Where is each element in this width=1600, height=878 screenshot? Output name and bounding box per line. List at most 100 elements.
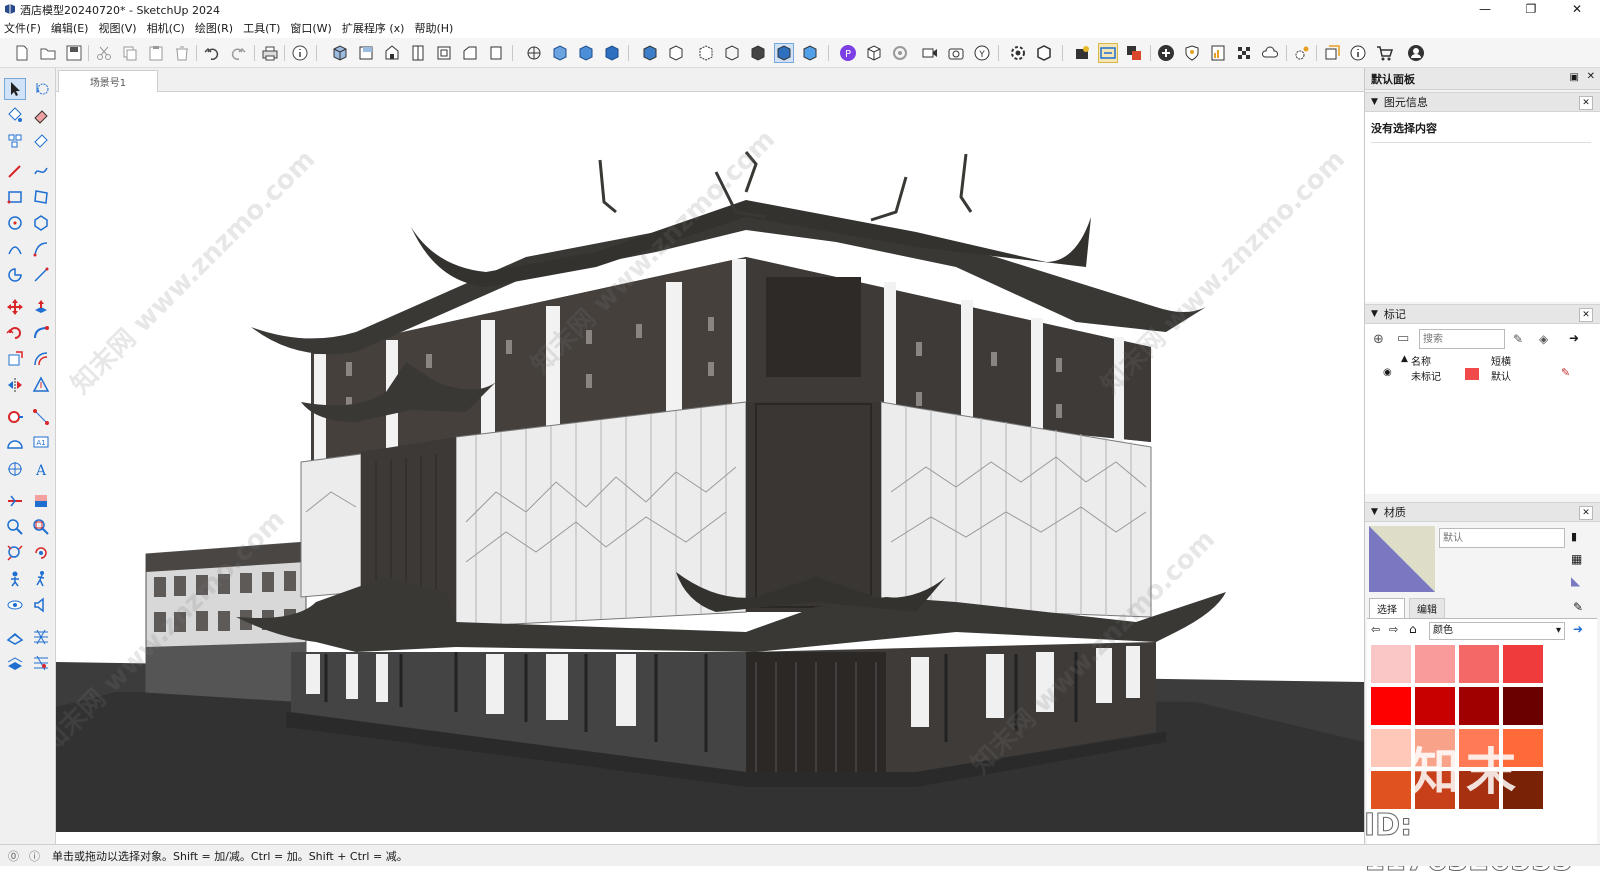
redo-icon[interactable] <box>228 43 248 63</box>
menu-window[interactable]: 窗口(W) <box>290 20 331 36</box>
move-icon[interactable] <box>4 296 26 318</box>
protractor-icon[interactable] <box>4 432 26 454</box>
color-swatch[interactable] <box>1415 645 1455 683</box>
sandbox-scratch-icon[interactable] <box>30 626 52 648</box>
material-preview-swatch[interactable] <box>1369 526 1435 592</box>
arc-icon[interactable] <box>4 238 26 260</box>
entity-info-header[interactable]: ▼ 图元信息 ✕ <box>1365 92 1600 112</box>
credits-info-icon[interactable]: ⓘ <box>29 848 40 864</box>
tag-search-input[interactable] <box>1419 329 1505 349</box>
look-around-icon[interactable] <box>4 594 26 616</box>
front-view-icon[interactable] <box>382 43 402 63</box>
position-camera-person-icon[interactable] <box>4 568 26 590</box>
hidden-line-icon[interactable] <box>576 43 596 63</box>
menu-help[interactable]: 帮助(H) <box>414 20 453 36</box>
menu-file[interactable]: 文件(F) <box>4 20 41 36</box>
tag-details-icon[interactable]: ◈ <box>1539 332 1548 346</box>
close-button[interactable]: ✕ <box>1554 0 1600 18</box>
tags-close-icon[interactable]: ✕ <box>1579 308 1593 322</box>
new-file-icon[interactable] <box>12 43 32 63</box>
rotate-icon[interactable] <box>4 322 26 344</box>
lasso-select-icon[interactable] <box>30 78 52 100</box>
hotel-model-render[interactable] <box>56 92 1364 832</box>
sort-up-icon[interactable]: ▲ <box>1401 354 1408 364</box>
scene-tab-1[interactable]: 场景号1 <box>58 70 158 92</box>
tape-measure-icon[interactable] <box>4 406 26 428</box>
style-shaded-active-icon[interactable] <box>774 43 794 63</box>
color-swatch[interactable] <box>1459 645 1499 683</box>
offset-icon[interactable] <box>30 348 52 370</box>
previous-view-icon[interactable] <box>30 542 52 564</box>
menu-tools[interactable]: 工具(T) <box>243 20 280 36</box>
menu-edit[interactable]: 编辑(E) <box>51 20 89 36</box>
two-point-arc-icon[interactable] <box>30 238 52 260</box>
paste-icon[interactable] <box>146 43 166 63</box>
color-swatch[interactable] <box>1503 645 1543 683</box>
back-view-icon[interactable] <box>434 43 454 63</box>
right-view-icon[interactable] <box>408 43 428 63</box>
sandbox-contour-icon[interactable] <box>4 626 26 648</box>
style-hidden-icon[interactable] <box>748 43 768 63</box>
account-avatar-icon[interactable] <box>1406 43 1426 63</box>
scale-icon[interactable] <box>4 348 26 370</box>
walkthrough-camera-icon[interactable] <box>920 43 940 63</box>
iso-view-icon[interactable] <box>330 43 350 63</box>
orbit-icon[interactable] <box>890 43 910 63</box>
paint-bucket-icon[interactable] <box>4 104 26 126</box>
save-icon[interactable] <box>64 43 84 63</box>
color-swatch[interactable] <box>1371 645 1411 683</box>
tag-tool-pencil-icon[interactable]: ✎ <box>1513 332 1523 346</box>
select-arrow-icon[interactable] <box>4 78 26 100</box>
camera-icon[interactable] <box>946 43 966 63</box>
tray-close-icon[interactable]: ✕ <box>1587 71 1595 82</box>
style-texture-icon[interactable] <box>800 43 820 63</box>
material-collection-select[interactable]: 颜色 ▾ <box>1429 622 1565 640</box>
visibility-eye-icon[interactable]: ◉ <box>1383 367 1392 378</box>
maximize-button[interactable]: ❐ <box>1508 0 1554 18</box>
window-tray-icon[interactable] <box>1322 43 1342 63</box>
warehouse-icon[interactable] <box>1072 43 1092 63</box>
section-plane-icon[interactable] <box>4 490 26 512</box>
delete-icon[interactable] <box>172 43 192 63</box>
pencil-line-icon[interactable] <box>4 160 26 182</box>
default-material-icon[interactable]: ▦ <box>1571 552 1582 566</box>
follow-me-icon[interactable] <box>30 322 52 344</box>
3d-text-icon[interactable]: A <box>30 458 52 480</box>
model-info-icon[interactable] <box>290 43 310 63</box>
section-cut-icon[interactable] <box>30 490 52 512</box>
pie-icon[interactable] <box>4 264 26 286</box>
axes-icon[interactable] <box>4 458 26 480</box>
entity-info-close-icon[interactable]: ✕ <box>1579 96 1593 110</box>
settings-gear-icon[interactable] <box>1008 43 1028 63</box>
three-point-arc-icon[interactable] <box>30 264 52 286</box>
minimize-button[interactable]: — <box>1462 0 1508 18</box>
color-swatch[interactable] <box>1371 729 1411 767</box>
extension-manager-icon[interactable] <box>1098 43 1118 63</box>
eraser-icon[interactable] <box>30 104 52 126</box>
shield-icon[interactable] <box>1182 43 1202 63</box>
tab-material-edit[interactable]: 编辑 <box>1409 598 1445 618</box>
bottom-view-icon[interactable] <box>486 43 506 63</box>
cart-icon[interactable] <box>1374 43 1394 63</box>
style-wire-icon[interactable] <box>722 43 742 63</box>
color-swatch[interactable] <box>1415 687 1455 725</box>
default-swatch-icon[interactable]: ◣ <box>1571 574 1580 588</box>
extension-p-icon[interactable]: P <box>838 43 858 63</box>
tag-row[interactable]: ◉ 未标记 默认 ✎ <box>1365 366 1600 383</box>
cut-icon[interactable] <box>94 43 114 63</box>
color-swatch[interactable] <box>1371 687 1411 725</box>
solid-tools-icon[interactable] <box>1034 43 1054 63</box>
zoom-icon[interactable] <box>4 516 26 538</box>
rotated-rectangle-icon[interactable] <box>30 186 52 208</box>
open-folder-icon[interactable] <box>38 43 58 63</box>
rectangle-icon[interactable] <box>4 186 26 208</box>
menu-view[interactable]: 视图(V) <box>98 20 136 36</box>
forward-arrow-icon[interactable]: ⇨ <box>1389 623 1398 636</box>
stamp-icon[interactable] <box>4 652 26 674</box>
undo-icon[interactable] <box>202 43 222 63</box>
material-name-input[interactable] <box>1439 528 1565 548</box>
checker-icon[interactable] <box>1234 43 1254 63</box>
cloud-upload-icon[interactable] <box>1260 43 1280 63</box>
zoom-extents-icon[interactable] <box>4 542 26 564</box>
position-camera-icon[interactable]: Y <box>972 43 992 63</box>
